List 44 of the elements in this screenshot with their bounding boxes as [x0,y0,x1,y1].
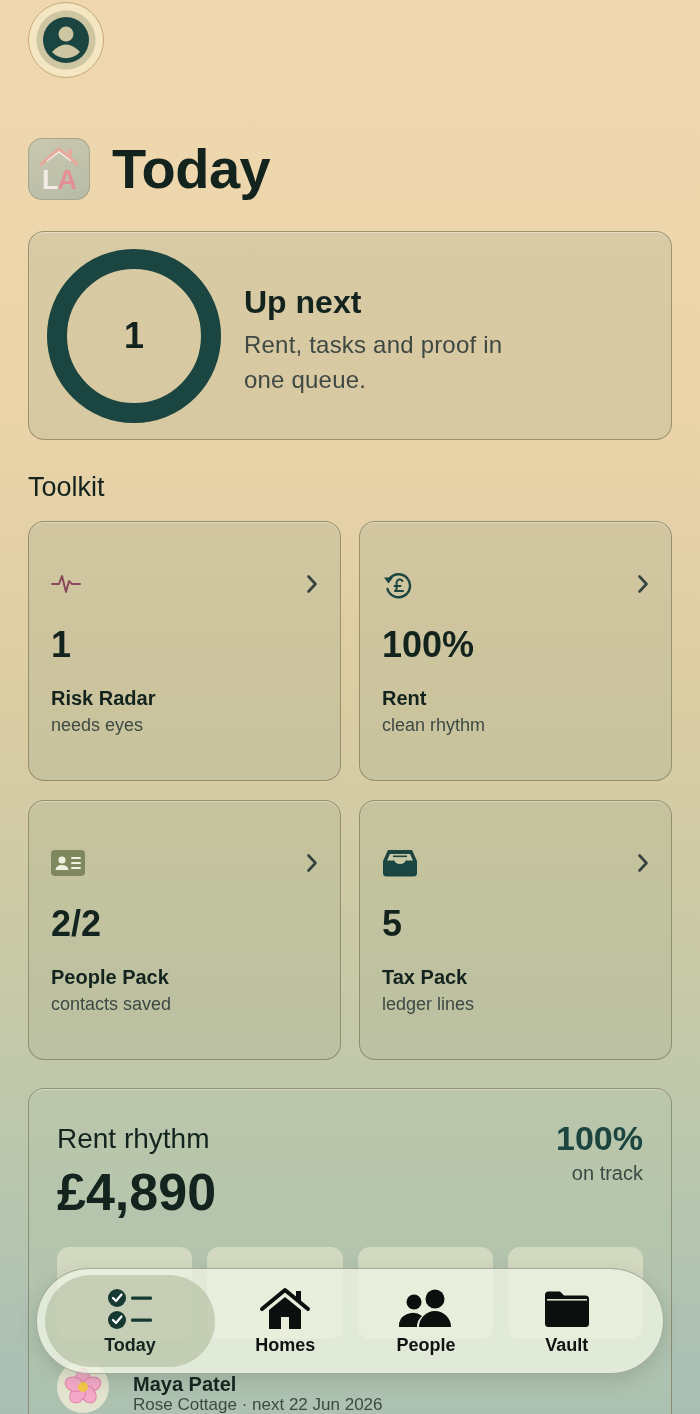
contact-card-icon [51,850,85,876]
tool-value: 1 [51,623,73,667]
folder-icon [543,1290,590,1328]
page-title: Today [112,138,271,200]
tab-button[interactable]: People [355,1275,497,1367]
rent-amount: £4,890 [57,1162,217,1222]
tool-value: 5 [382,902,404,946]
people-icon [398,1289,454,1329]
chevron-icon [637,574,649,594]
tool-card[interactable]: 100% Rent clean rhythm [359,521,672,781]
tool-title: Risk Radar [51,686,157,711]
tool-title: Tax Pack [382,965,469,990]
tool-subtitle: contacts saved [51,993,173,1016]
tool-subtitle: clean rhythm [382,714,487,737]
tab-button[interactable]: Today [45,1275,215,1367]
tool-value: 2/2 [51,902,103,946]
on-track-percent: 100% [556,1118,643,1158]
chevron-icon [306,853,318,873]
tab-button[interactable]: Homes [215,1275,356,1367]
tool-value: 100% [382,623,476,667]
card-title: Rent rhythm [57,1122,211,1156]
card-title: Up next [244,282,363,321]
tool-card[interactable]: 1 Risk Radar needs eyes [28,521,341,781]
section-heading: Toolkit [28,472,106,502]
card-description: Rent, tasks and proof in one queue. [244,329,504,395]
checklist-icon [107,1287,153,1331]
queue-count: 1 [124,314,144,357]
tool-subtitle: ledger lines [382,993,476,1016]
tenant-name: Maya Patel [133,1373,238,1395]
chevron-icon [637,853,649,873]
tenant-detail: Rose Cottage · next 22 Jun 2026 [133,1395,383,1414]
tab-button[interactable]: Vault [496,1275,637,1367]
tool-subtitle: needs eyes [51,714,145,737]
chevron-icon [306,574,318,594]
tool-card[interactable]: 2/2 People Pack contacts saved [28,800,341,1060]
tool-title: Rent [382,686,428,711]
up-next-card[interactable]: 1 Up next Rent, tasks and proof in one queue. [28,231,672,440]
heartbeat-icon [51,573,81,595]
home-icon [259,1287,312,1331]
inbox-tray-icon [382,849,418,877]
tool-title: People Pack [51,965,170,990]
tool-card[interactable]: 5 Tax Pack ledger lines [359,800,672,1060]
status-label: on track [571,1161,643,1186]
avatar-icon [43,17,89,63]
